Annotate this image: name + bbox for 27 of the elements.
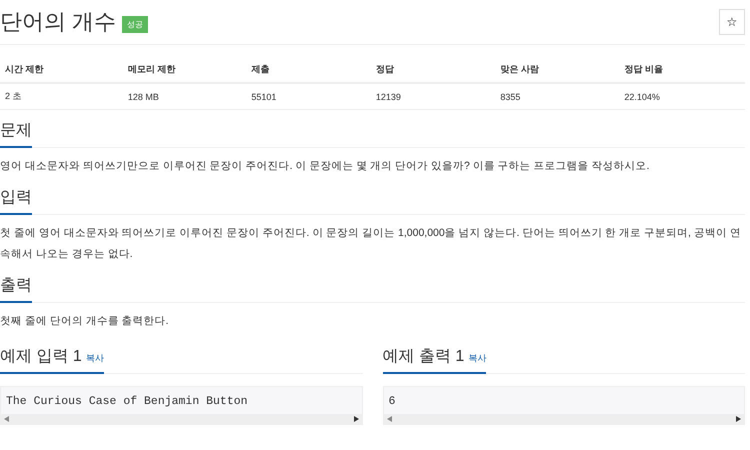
column-header: 정답 비율	[619, 57, 745, 83]
column-header: 시간 제한	[0, 57, 123, 83]
table-cell: 22.104%	[619, 83, 745, 110]
table-cell: 12139	[370, 83, 496, 110]
section-heading: 문제	[0, 120, 32, 148]
section-text: 영어 대소문자와 띄어쓰기만으로 이루어진 문장이 주어진다. 이 문장에는 몇 개의 단어가 있을까? 이를 구하는 프로그램을 작성하시오.	[0, 159, 650, 174]
table-cell: 2 초	[0, 83, 123, 110]
section-heading: 입력	[0, 187, 32, 215]
column-header: 제출	[246, 57, 371, 83]
section-heading: 출력	[0, 275, 32, 303]
sample-heading: 예제 입력 1 복사	[0, 346, 104, 374]
status-badge: 성공	[122, 16, 148, 32]
sample-heading: 예제 출력 1 복사	[382, 346, 486, 374]
sample-code: The Curious Case of Benjamin Button	[5, 394, 249, 410]
problem-title: 단어의 개수	[0, 8, 116, 36]
column-header: 정답	[370, 57, 496, 83]
copy-link[interactable]: 복사	[86, 353, 104, 363]
column-header: 메모리 제한	[122, 57, 246, 83]
sample-code: 6	[388, 394, 396, 410]
copy-link[interactable]: 복사	[468, 353, 486, 363]
section-text: 첫 줄에 영어 대소문자와 띄어쓰기로 이루어진 문장이 주어진다. 이 문장의 길이는 1,000,000을 넘지 않는다. 단어는 띄어쓰기 한 개로 구분되며, 공백이 연속해서 나오는 경우는 없다.	[0, 226, 742, 262]
table-cell: 128 MB	[122, 83, 246, 110]
section-text: 첫째 줄에 단어의 개수를 출력한다.	[0, 314, 170, 329]
star-button[interactable]: ☆	[719, 9, 745, 35]
table-cell: 55101	[246, 83, 371, 110]
table-cell: 8355	[495, 83, 620, 110]
column-header: 맞은 사람	[495, 57, 620, 83]
